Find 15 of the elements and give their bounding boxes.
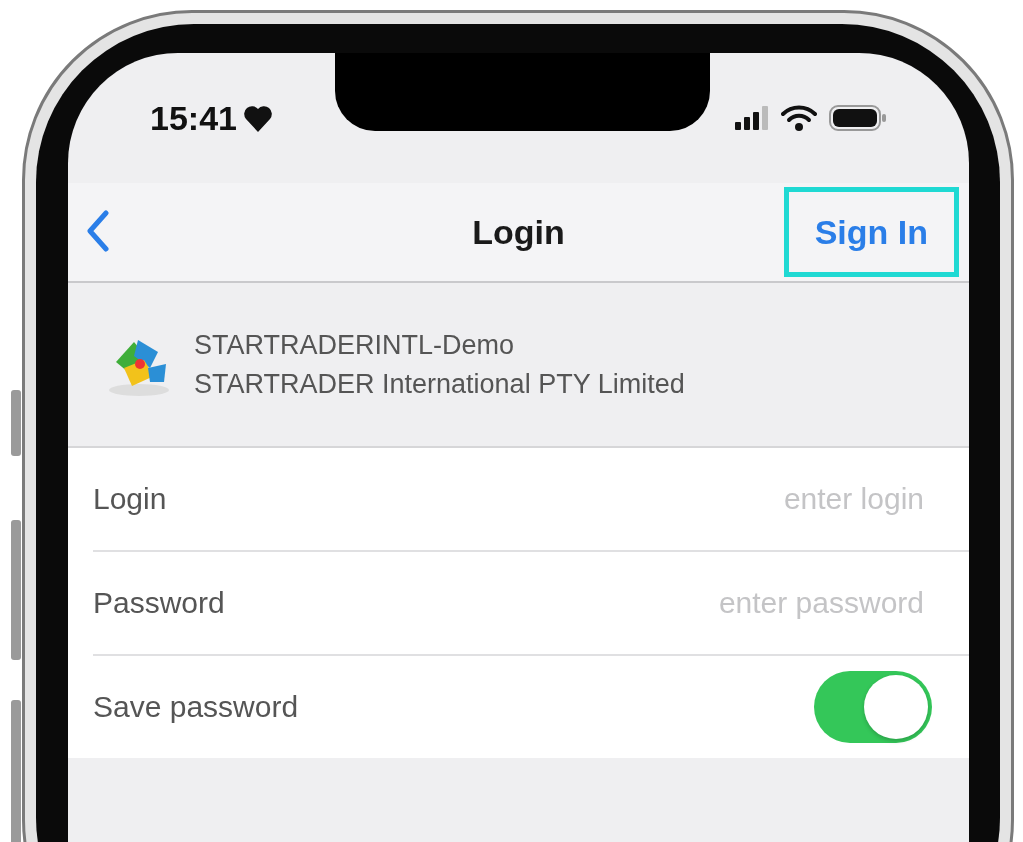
field-label: Login — [93, 482, 168, 516]
wifi-icon — [781, 105, 817, 131]
input-field[interactable]: enter login — [564, 482, 924, 516]
signal-icon — [735, 106, 769, 130]
server-name: STARTRADERINTL-Demo — [194, 329, 516, 361]
field-label: Password — [93, 586, 226, 620]
status-time: 15:41 — [150, 98, 237, 138]
field-label: Save password — [93, 690, 300, 724]
input-field[interactable]: enter password — [564, 586, 924, 620]
broker-name: STARTRADER International PTY Limited — [194, 368, 685, 400]
heart-icon — [242, 104, 273, 132]
sign-in-button[interactable]: Sign In — [783, 187, 959, 277]
screen-title: Login — [472, 212, 565, 251]
battery-icon — [829, 105, 887, 131]
chevron-left-icon — [86, 209, 110, 252]
